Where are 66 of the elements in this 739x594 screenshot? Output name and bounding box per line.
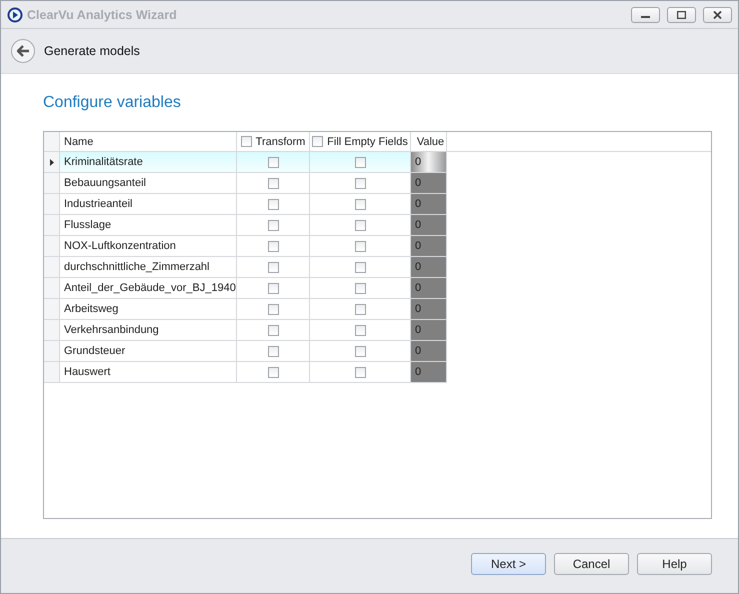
- table-cell: Kriminalitätsrate: [60, 152, 237, 173]
- column-header[interactable]: Name: [64, 136, 94, 148]
- checkbox[interactable]: [268, 178, 278, 188]
- value-cell[interactable]: 0: [411, 152, 447, 173]
- table-cell: Hauswert: [60, 362, 237, 383]
- checkbox[interactable]: [268, 220, 278, 230]
- maximize-button[interactable]: [667, 6, 696, 22]
- table-cell: Flusslage: [60, 215, 237, 236]
- checkbox[interactable]: [268, 324, 278, 336]
- table-cell: Grundsteuer: [60, 341, 237, 362]
- value-cell[interactable]: 0: [411, 362, 447, 383]
- column-header[interactable]: Value: [416, 136, 444, 148]
- checkbox[interactable]: [354, 198, 366, 210]
- table-cell: Verkehrsanbindung: [60, 320, 237, 341]
- maximize-icon: [677, 10, 686, 18]
- section-title: Configure variables: [43, 94, 182, 112]
- checkbox[interactable]: [268, 198, 278, 210]
- checkbox[interactable]: [354, 324, 366, 336]
- back-arrow-icon: [16, 45, 30, 57]
- checkbox[interactable]: [268, 156, 278, 168]
- column-header[interactable]: Transform: [256, 136, 306, 148]
- wizard-button[interactable]: Cancel: [554, 553, 629, 575]
- table-cell: Industrieanteil: [60, 194, 237, 215]
- checkbox[interactable]: [268, 346, 278, 356]
- table-cell: NOX-Luftkonzentration: [60, 236, 237, 257]
- close-button[interactable]: [703, 6, 732, 22]
- checkbox[interactable]: [268, 240, 278, 252]
- value-cell[interactable]: 0: [411, 320, 447, 341]
- table-cell: Bebauungsanteil: [60, 173, 237, 194]
- table-cell: durchschnittliche_Zimmerzahl: [60, 257, 237, 278]
- minimize-button[interactable]: [631, 6, 660, 22]
- checkbox[interactable]: [268, 282, 278, 294]
- current-row-icon: [50, 158, 54, 166]
- checkbox[interactable]: [354, 282, 366, 294]
- wizard-button[interactable]: Next >: [471, 553, 546, 575]
- checkbox[interactable]: [354, 346, 366, 356]
- table-cell: Arbeitsweg: [60, 299, 237, 320]
- checkbox[interactable]: [268, 304, 278, 314]
- value-cell[interactable]: 0: [411, 278, 447, 299]
- checkbox[interactable]: [268, 366, 278, 378]
- value-cell[interactable]: 0: [411, 341, 447, 362]
- value-cell[interactable]: 0: [411, 236, 447, 257]
- checkbox[interactable]: [354, 262, 366, 272]
- column-header[interactable]: Fill Empty Fields: [327, 136, 408, 148]
- window-title: ClearVu Analytics Wizard: [27, 8, 178, 22]
- back-button[interactable]: [11, 39, 35, 63]
- header-checkbox[interactable]: [312, 136, 324, 147]
- value-cell[interactable]: 0: [411, 173, 447, 194]
- app-logo-icon: [7, 6, 23, 22]
- value-cell[interactable]: 0: [411, 299, 447, 320]
- row-header[interactable]: [44, 152, 60, 173]
- value-cell[interactable]: 0: [411, 194, 447, 215]
- checkbox[interactable]: [268, 262, 278, 272]
- page-title: Generate models: [44, 44, 140, 58]
- checkbox[interactable]: [354, 178, 366, 188]
- header-checkbox[interactable]: [240, 136, 252, 147]
- checkbox[interactable]: [354, 304, 366, 314]
- checkbox[interactable]: [354, 220, 366, 230]
- close-icon: [713, 10, 722, 18]
- value-cell[interactable]: 0: [411, 257, 447, 278]
- checkbox[interactable]: [354, 156, 366, 168]
- checkbox[interactable]: [354, 366, 366, 378]
- table-cell: Anteil_der_Gebäude_vor_BJ_1940: [60, 278, 237, 299]
- value-cell[interactable]: 0: [411, 215, 447, 236]
- checkbox[interactable]: [354, 240, 366, 252]
- wizard-button[interactable]: Help: [637, 553, 712, 575]
